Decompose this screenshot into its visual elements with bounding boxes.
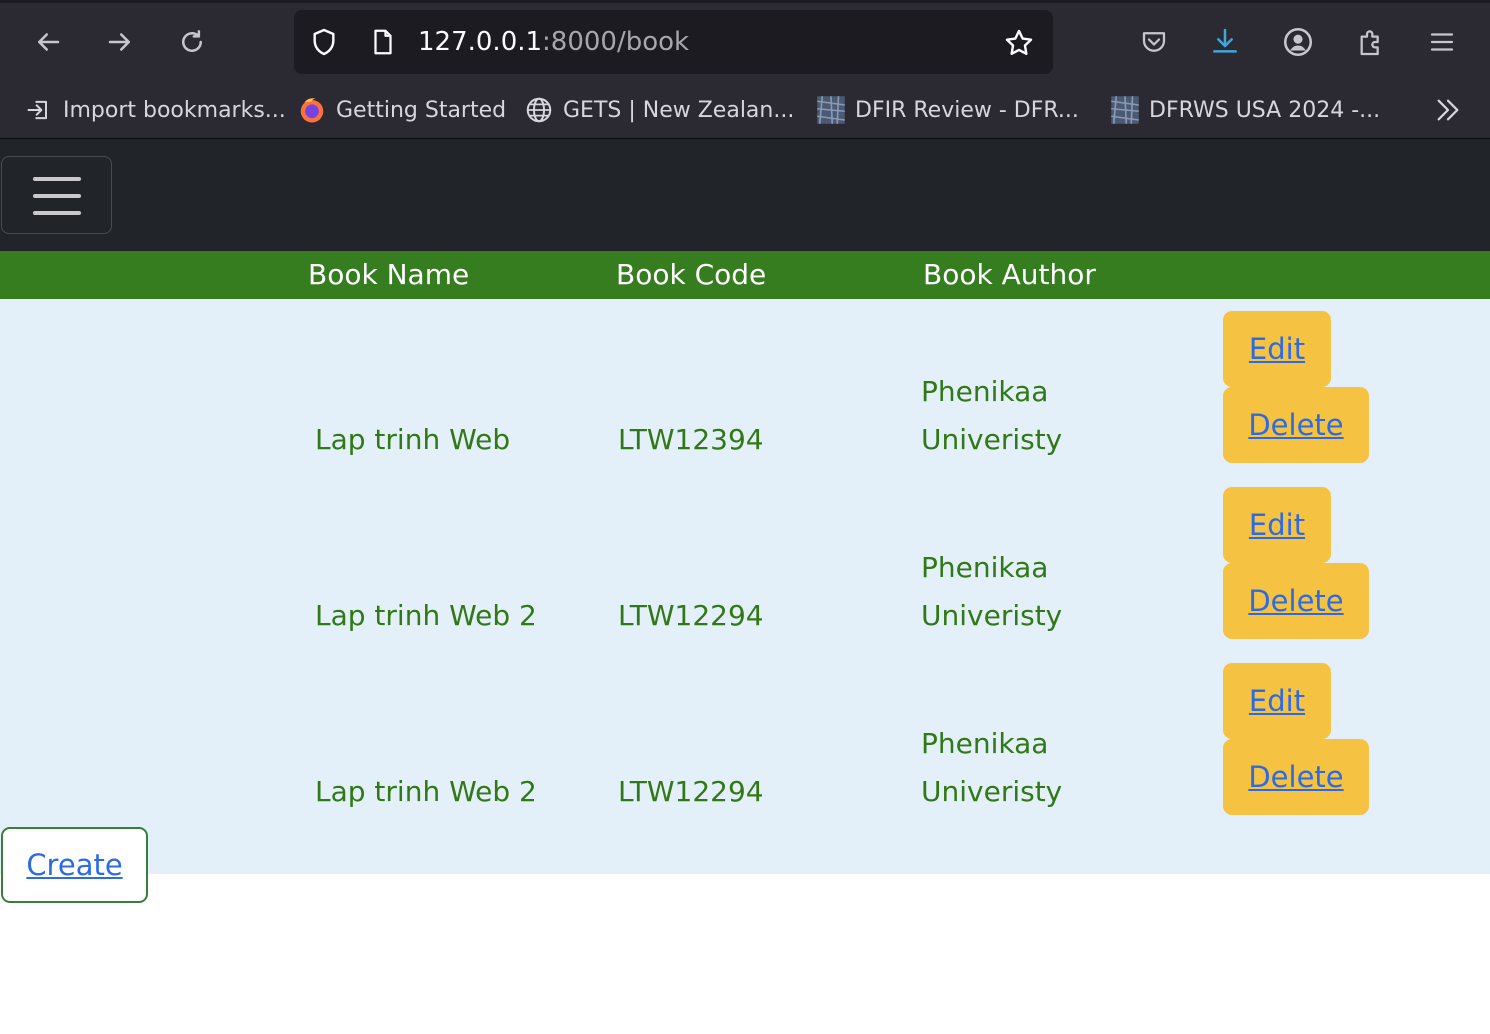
hamburger-icon <box>1430 33 1454 51</box>
bookmark-label: DFIR Review - DFR... <box>855 97 1079 123</box>
url-path: :8000/book <box>542 27 690 57</box>
bookmark-dfir-review[interactable]: DFIR Review - DFR... <box>816 92 1079 128</box>
table-row: Lap trinh Web LTW12394 Phenikaa Univeris… <box>0 299 1490 475</box>
header-book-name: Book Name <box>308 258 470 291</box>
book-name-cell: Lap trinh Web 2 <box>315 775 537 808</box>
downloads-button[interactable] <box>1205 22 1245 62</box>
delete-button[interactable]: Delete <box>1223 739 1369 815</box>
firefox-icon <box>297 95 327 125</box>
bookmark-label: GETS | New Zealan... <box>563 97 795 123</box>
header-book-code: Book Code <box>616 258 767 291</box>
reload-icon <box>182 30 202 52</box>
url-host: 127.0.0.1 <box>418 27 543 57</box>
book-name-cell: Lap trinh Web <box>315 423 511 456</box>
page-icon[interactable] <box>368 26 398 58</box>
arrow-left-icon <box>38 33 60 51</box>
app-navbar <box>0 139 1490 251</box>
book-author-line2: Univeristy <box>921 423 1063 456</box>
book-author-line1: Phenikaa <box>921 375 1049 408</box>
bookmarks-toolbar: Import bookmarks... Getting Started GETS… <box>0 88 1490 134</box>
bookmark-dfrws[interactable]: DFRWS USA 2024 -... <box>1110 92 1380 128</box>
header-book-author: Book Author <box>923 258 1096 291</box>
bookmark-label: Import bookmarks... <box>63 97 286 123</box>
account-button[interactable] <box>1278 22 1318 62</box>
table-row: Lap trinh Web 2 LTW12294 Phenikaa Univer… <box>0 475 1490 651</box>
pocket-button[interactable] <box>1134 22 1174 62</box>
address-bar[interactable]: 127.0.0.1:8000/book <box>294 10 1053 74</box>
extensions-button[interactable] <box>1351 22 1391 62</box>
arrow-right-icon <box>108 33 130 51</box>
forward-button[interactable] <box>100 22 140 62</box>
book-code-cell: LTW12294 <box>618 599 764 632</box>
edit-button[interactable]: Edit <box>1223 487 1331 563</box>
book-name-cell: Lap trinh Web 2 <box>315 599 537 632</box>
globe-icon <box>524 95 554 125</box>
site-icon <box>1110 95 1140 125</box>
pocket-icon <box>1142 32 1166 52</box>
bookmark-import[interactable]: Import bookmarks... <box>24 92 286 128</box>
browser-toolbar: 127.0.0.1:8000/book Import bookmarks... … <box>0 0 1490 139</box>
bookmarks-overflow-button[interactable] <box>1432 94 1464 130</box>
download-icon <box>1213 28 1237 53</box>
navbar-toggler-button[interactable] <box>1 156 112 234</box>
edit-button[interactable]: Edit <box>1223 663 1331 739</box>
url-text[interactable]: 127.0.0.1:8000/book <box>418 24 689 60</box>
book-author-line2: Univeristy <box>921 775 1063 808</box>
menu-button[interactable] <box>1422 22 1462 62</box>
table-row: Lap trinh Web 2 LTW12294 Phenikaa Univer… <box>0 651 1490 827</box>
books-table: Book Name Book Code Book Author Lap trin… <box>0 251 1490 874</box>
reload-button[interactable] <box>172 22 212 62</box>
hamburger-icon <box>33 194 81 198</box>
bookmark-gets[interactable]: GETS | New Zealan... <box>524 92 794 128</box>
create-button[interactable]: Create <box>1 827 148 903</box>
puzzle-icon <box>1360 30 1379 56</box>
tab-strip-edge <box>0 0 1490 3</box>
import-icon <box>24 95 54 125</box>
book-author-line2: Univeristy <box>921 599 1063 632</box>
delete-button[interactable]: Delete <box>1223 563 1369 639</box>
edit-button[interactable]: Edit <box>1223 311 1331 387</box>
bookmark-getting-started[interactable]: Getting Started <box>297 92 506 128</box>
site-icon <box>816 95 846 125</box>
chevron-double-right-icon <box>1437 99 1459 121</box>
bookmark-label: DFRWS USA 2024 -... <box>1149 97 1381 123</box>
shield-icon[interactable] <box>308 26 340 58</box>
back-button[interactable] <box>28 22 68 62</box>
star-icon[interactable] <box>1002 26 1036 60</box>
book-author-line1: Phenikaa <box>921 727 1049 760</box>
book-code-cell: LTW12394 <box>618 423 764 456</box>
table-body: Lap trinh Web LTW12394 Phenikaa Univeris… <box>0 299 1490 874</box>
account-icon <box>1283 27 1313 57</box>
bookmark-label: Getting Started <box>336 97 507 123</box>
book-code-cell: LTW12294 <box>618 775 764 808</box>
delete-button[interactable]: Delete <box>1223 387 1369 463</box>
table-header: Book Name Book Code Book Author <box>0 251 1490 299</box>
book-author-line1: Phenikaa <box>921 551 1049 584</box>
hamburger-icon <box>33 211 81 215</box>
hamburger-icon <box>33 177 81 181</box>
